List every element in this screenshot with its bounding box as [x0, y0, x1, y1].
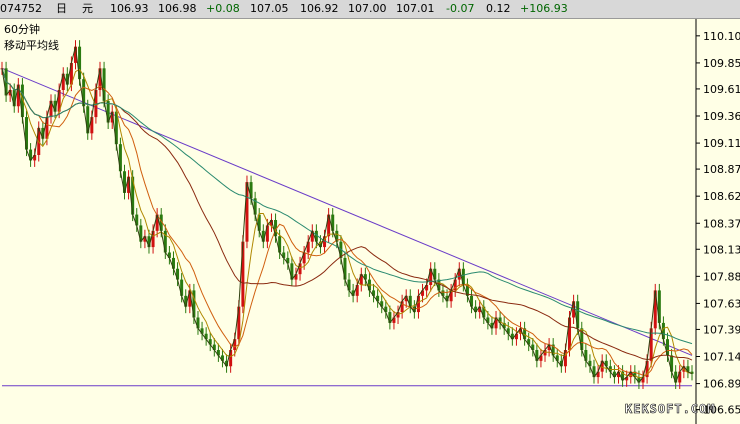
quote-value: +106.93	[520, 2, 568, 15]
y-tick-label: 109.11	[703, 137, 740, 150]
y-tick-label: 109.61	[703, 83, 740, 96]
chart-title: 60分钟	[4, 22, 40, 36]
price-chart: 110.10 109.85 109.61 109.36 109.11 108.87 108.…	[0, 19, 740, 424]
y-tick-label: 107.39	[703, 323, 740, 336]
y-tick-label: 108.62	[703, 190, 740, 203]
y-axis-ticks: 110.10 109.85 109.61 109.36 109.11 108.87 108.…	[696, 30, 740, 417]
y-tick-label: 106.89	[703, 378, 740, 391]
y-tick-label: 107.63	[703, 297, 740, 310]
y-tick-label: 108.87	[703, 163, 740, 176]
y-tick-label: 107.88	[703, 270, 740, 283]
y-tick-label: 109.36	[703, 110, 740, 123]
quote-value: 107.05	[250, 2, 289, 15]
y-tick-label: 108.37	[703, 217, 740, 230]
y-tick-label: 109.85	[703, 57, 740, 70]
quote-change: +0.08	[206, 2, 240, 15]
quote-value: 106.98	[158, 2, 197, 15]
quote-bar: 074752 日 元 106.93 106.98 +0.08 107.05 10…	[0, 0, 740, 19]
quote-change: -0.07	[446, 2, 475, 15]
y-tick-label: 110.10	[703, 30, 740, 43]
y-tick-label: 108.13	[703, 243, 740, 256]
y-tick-label: 107.14	[703, 351, 740, 364]
security-code: 074752	[0, 2, 42, 15]
quote-value: 106.92	[300, 2, 339, 15]
quote-value: 107.00	[348, 2, 387, 15]
chart-subtitle: 移动平均线	[4, 38, 59, 52]
quote-value: 107.01	[396, 2, 435, 15]
quote-value: 106.93	[110, 2, 149, 15]
quote-value: 0.12	[486, 2, 511, 15]
watermark: KEKSOFT.COM	[625, 402, 715, 416]
unit-label: 元	[82, 2, 93, 15]
period-label: 日	[56, 2, 67, 15]
